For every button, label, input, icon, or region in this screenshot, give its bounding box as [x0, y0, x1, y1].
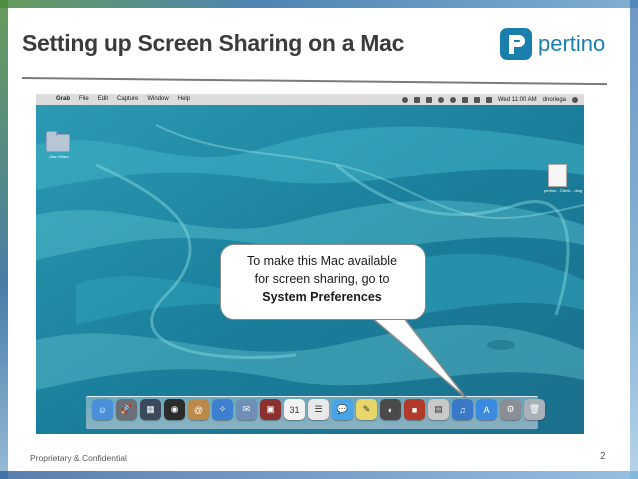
- apple-menu-icon[interactable]: [42, 96, 50, 104]
- page-title: Setting up Screen Sharing on a Mac: [22, 30, 405, 56]
- frame-border-top: [0, 0, 638, 8]
- photobooth-icon[interactable]: ■: [404, 399, 425, 420]
- screen-share-icon[interactable]: [425, 96, 432, 103]
- status-icon[interactable]: [401, 96, 408, 103]
- safari-icon[interactable]: ✧: [212, 399, 233, 420]
- desktop-folder-mac-share[interactable]: Mac Share: [46, 131, 72, 159]
- menubar-clock[interactable]: Wed 11:00 AM: [498, 97, 537, 103]
- dashboard-icon[interactable]: ◉: [164, 399, 185, 420]
- system-preferences-icon[interactable]: ⚙: [500, 399, 521, 420]
- mac-dock: ☺ 🚀 ▦ ◉ @ ✧ ✉ ▣ 31 ☰ 💬 ✎ ◐ ■ ▤ ♫ A ⚙ 🗑: [86, 396, 545, 429]
- contacts-icon[interactable]: @: [188, 399, 209, 420]
- pertino-logo-icon: [500, 28, 532, 60]
- frame-border-bottom: [0, 471, 638, 479]
- desktop-file-pertino-dmg[interactable]: pertino - Client ...dmg: [544, 164, 583, 193]
- facetime-icon[interactable]: ◐: [380, 399, 401, 420]
- folder-icon: [46, 131, 70, 152]
- document-icon: [548, 164, 567, 187]
- document-label: pertino - Client ...dmg: [544, 188, 583, 193]
- instruction-callout: To make this Mac available for screen sh…: [220, 244, 426, 320]
- frame-border-left: [0, 0, 8, 479]
- mission-control-icon[interactable]: ▦: [140, 399, 161, 420]
- callout-line-1: To make this Mac available: [246, 254, 398, 268]
- footer-confidential: Proprietary & Confidential: [30, 453, 127, 463]
- finder-icon[interactable]: ☺: [92, 399, 113, 420]
- menu-file[interactable]: File: [79, 94, 89, 105]
- messages-icon[interactable]: 💬: [332, 399, 353, 420]
- folder-label: Mac Share: [49, 154, 69, 159]
- pertino-logo: pertino: [500, 28, 605, 60]
- dock-icon-row: ☺ 🚀 ▦ ◉ @ ✧ ✉ ▣ 31 ☰ 💬 ✎ ◐ ■ ▤ ♫ A ⚙ 🗑: [92, 399, 545, 420]
- menu-help[interactable]: Help: [178, 94, 190, 105]
- menubar-status-area: Wed 11:00 AM dnoriega: [401, 94, 578, 105]
- photo-booth-icon[interactable]: ▣: [260, 399, 281, 420]
- trash-icon[interactable]: 🗑: [524, 399, 545, 420]
- menu-capture[interactable]: Capture: [117, 94, 138, 105]
- launchpad-icon[interactable]: 🚀: [116, 399, 137, 420]
- display-icon[interactable]: [413, 96, 420, 103]
- menubar-user[interactable]: dnoriega: [543, 97, 566, 103]
- wifi-icon[interactable]: [461, 96, 468, 103]
- itunes-icon[interactable]: ♫: [452, 399, 473, 420]
- mail-icon[interactable]: ✉: [236, 399, 257, 420]
- calendar-icon[interactable]: 31: [284, 399, 305, 420]
- menu-edit[interactable]: Edit: [98, 94, 108, 105]
- callout-text: To make this Mac available for screen sh…: [220, 252, 424, 306]
- callout-line-2: for screen sharing, go to: [254, 272, 390, 286]
- spotlight-icon[interactable]: [572, 96, 578, 103]
- app-store-icon[interactable]: A: [476, 399, 497, 420]
- preview-icon[interactable]: ▤: [428, 399, 449, 420]
- battery-icon[interactable]: [485, 96, 492, 103]
- bluetooth-icon[interactable]: [449, 96, 456, 103]
- reminders-icon[interactable]: ☰: [308, 399, 329, 420]
- frame-border-right: [630, 0, 638, 479]
- notes-icon[interactable]: ✎: [356, 399, 377, 420]
- menu-window[interactable]: Window: [147, 94, 168, 105]
- page-number: 2: [600, 451, 606, 462]
- pertino-logo-text: pertino: [538, 31, 606, 56]
- callout-line-3: System Preferences: [262, 290, 382, 304]
- volume-icon[interactable]: [473, 96, 480, 103]
- menu-grab[interactable]: Grab: [56, 94, 70, 105]
- callout-pointer: [371, 314, 467, 399]
- time-machine-icon[interactable]: [437, 96, 444, 103]
